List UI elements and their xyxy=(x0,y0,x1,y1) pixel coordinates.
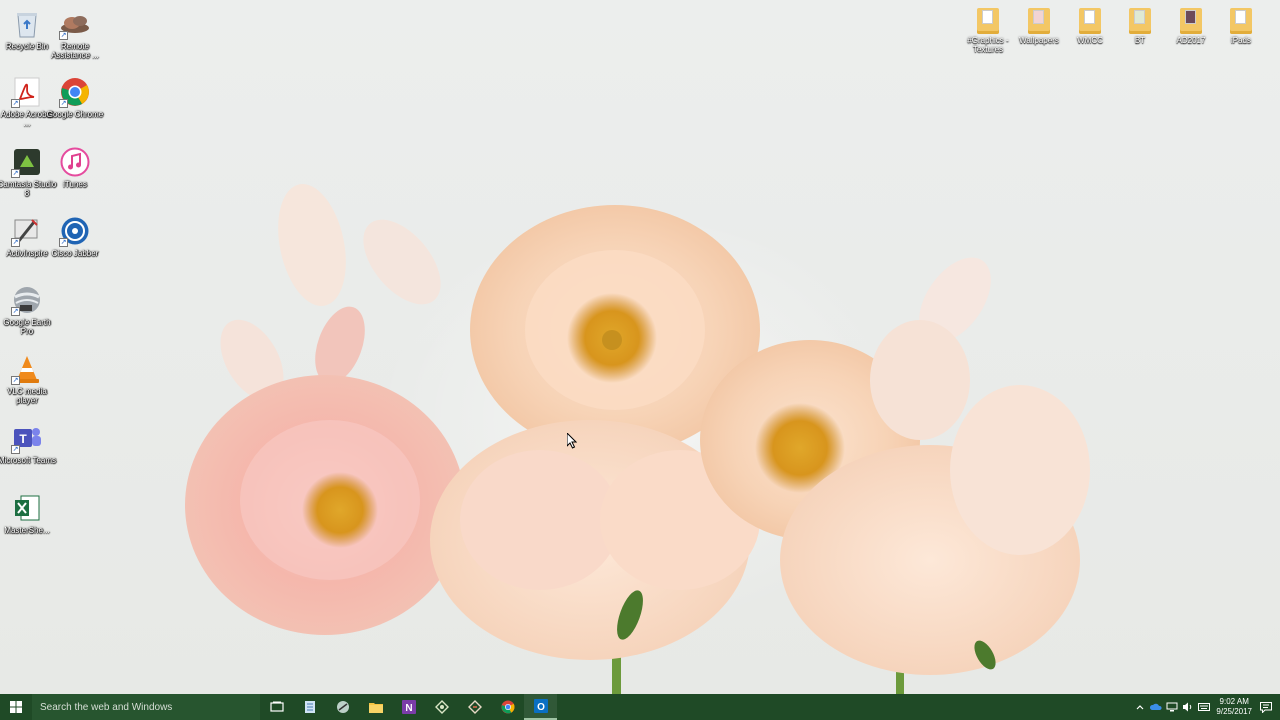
folder-icon xyxy=(1180,8,1202,34)
folder-ad2017[interactable]: AD2017 xyxy=(1166,8,1216,45)
desktop-icon-camtasia[interactable]: ↗ Camtasia Studio 8 xyxy=(0,146,56,198)
desktop-icon-google-chrome[interactable]: ↗ Google Chrome xyxy=(46,76,104,119)
folder-label: WMCC xyxy=(1077,36,1103,45)
folder-icon xyxy=(1129,8,1151,34)
taskbar-app-onenote[interactable]: N xyxy=(392,694,425,720)
svg-text:N: N xyxy=(405,703,412,714)
svg-text:O: O xyxy=(537,702,545,713)
chevron-up-icon[interactable] xyxy=(1132,694,1148,720)
windows-logo-icon xyxy=(10,701,22,713)
desktop-icon-label: MasterShe... xyxy=(4,526,50,535)
folder-graphics-textures[interactable]: #Graphics - Textures xyxy=(963,8,1013,54)
remote-assistance-icon: ↗ xyxy=(59,8,91,40)
peony-flowers-image xyxy=(185,183,1090,694)
camtasia-icon: ↗ xyxy=(11,146,43,178)
chrome-icon xyxy=(500,700,515,714)
chrome-icon: ↗ xyxy=(59,76,91,108)
recycle-bin-icon xyxy=(11,8,43,40)
taskbar-app-1[interactable] xyxy=(425,694,458,720)
desktop-icon-itunes[interactable]: iTunes xyxy=(48,146,102,189)
desktop-icon-microsoft-teams[interactable]: T ↗ Microsoft Teams xyxy=(0,422,57,465)
excel-icon xyxy=(11,492,43,524)
desktop-icon-vlc[interactable]: ↗ VLC media player xyxy=(0,353,54,405)
start-button[interactable] xyxy=(0,694,32,720)
folder-icon xyxy=(977,8,999,34)
onedrive-icon[interactable] xyxy=(1148,694,1164,720)
app-icon-1 xyxy=(434,700,449,714)
keyboard-icon[interactable] xyxy=(1196,694,1212,720)
taskbar: Search the web and Windows N O 9:02 AM 9… xyxy=(0,694,1280,720)
desktop-icon-label: Google Earth Pro xyxy=(3,318,51,336)
desktop-icon-remote-assistance[interactable]: ↗ Remote Assistance ... xyxy=(48,8,102,60)
taskbar-app-snipping[interactable] xyxy=(326,694,359,720)
action-center-button[interactable] xyxy=(1258,694,1274,720)
desktop-icon-label: VLC media player xyxy=(7,387,47,405)
clock-time: 9:02 AM xyxy=(1219,697,1249,706)
folder-label: #Graphics - Textures xyxy=(967,36,1009,54)
acrobat-icon: ↗ xyxy=(11,76,43,108)
google-earth-icon: ↗ xyxy=(11,284,43,316)
folder-ipads[interactable]: iPads xyxy=(1216,8,1266,45)
desktop-icon-label: Google Chrome xyxy=(46,110,104,119)
notepad-icon xyxy=(304,701,315,713)
folder-wmcc[interactable]: WMCC xyxy=(1065,8,1115,45)
taskbar-app-chrome[interactable] xyxy=(491,694,524,720)
folder-wallpapers[interactable]: Wallpapers xyxy=(1014,8,1064,45)
file-explorer-icon xyxy=(368,703,383,713)
taskbar-app-2[interactable] xyxy=(458,694,491,720)
teams-icon: T ↗ xyxy=(11,422,43,454)
desktop-icon-cisco-jabber[interactable]: ↗ Cisco Jabber xyxy=(48,215,102,258)
search-placeholder: Search the web and Windows xyxy=(40,701,173,713)
notification-icon xyxy=(1260,701,1272,713)
folder-label: BT xyxy=(1134,36,1146,45)
mouse-cursor-icon xyxy=(566,431,578,454)
app-icon-2 xyxy=(467,700,482,714)
svg-text:T: T xyxy=(19,432,27,446)
network-icon[interactable] xyxy=(1164,694,1180,720)
taskbar-clock[interactable]: 9:02 AM 9/25/2017 xyxy=(1216,697,1252,717)
clock-date: 9/25/2017 xyxy=(1216,707,1252,716)
cisco-jabber-icon: ↗ xyxy=(59,215,91,247)
task-view-icon xyxy=(269,701,284,712)
desktop-icon-label: Microsoft Teams xyxy=(0,456,57,465)
folder-icon xyxy=(1230,8,1252,34)
task-view-button[interactable] xyxy=(260,694,293,720)
desktop-icon-excel-file[interactable]: MasterShe... xyxy=(0,492,54,535)
desktop-icon-label: Cisco Jabber xyxy=(51,249,99,258)
folder-label: AD2017 xyxy=(1176,36,1206,45)
volume-icon[interactable] xyxy=(1180,694,1196,720)
taskbar-search-box[interactable]: Search the web and Windows xyxy=(32,694,260,720)
folder-icon xyxy=(1079,8,1101,34)
vlc-icon: ↗ xyxy=(11,353,43,385)
folder-bt[interactable]: BT xyxy=(1115,8,1165,45)
desktop-wallpaper xyxy=(0,0,1280,694)
system-tray: 9:02 AM 9/25/2017 xyxy=(1132,694,1280,720)
outlook-icon: O xyxy=(533,699,548,713)
onenote-icon: N xyxy=(401,700,416,714)
folder-label: iPads xyxy=(1230,36,1251,45)
snipping-icon xyxy=(336,701,349,713)
desktop-icon-label: Remote Assistance ... xyxy=(51,42,99,60)
taskbar-app-notepad[interactable] xyxy=(293,694,326,720)
itunes-icon xyxy=(59,146,91,178)
desktop-icon-label: iTunes xyxy=(63,180,87,189)
folder-label: Wallpapers xyxy=(1019,36,1059,45)
activinspire-icon: ↗ xyxy=(11,215,43,247)
desktop-icon-adobe-acrobat[interactable]: ↗ Adobe Acrobat ... xyxy=(0,76,54,128)
folder-icon xyxy=(1028,8,1050,34)
taskbar-app-outlook[interactable]: O xyxy=(524,694,557,720)
desktop-icon-google-earth[interactable]: ↗ Google Earth Pro xyxy=(0,284,54,336)
taskbar-app-file-explorer[interactable] xyxy=(359,694,392,720)
